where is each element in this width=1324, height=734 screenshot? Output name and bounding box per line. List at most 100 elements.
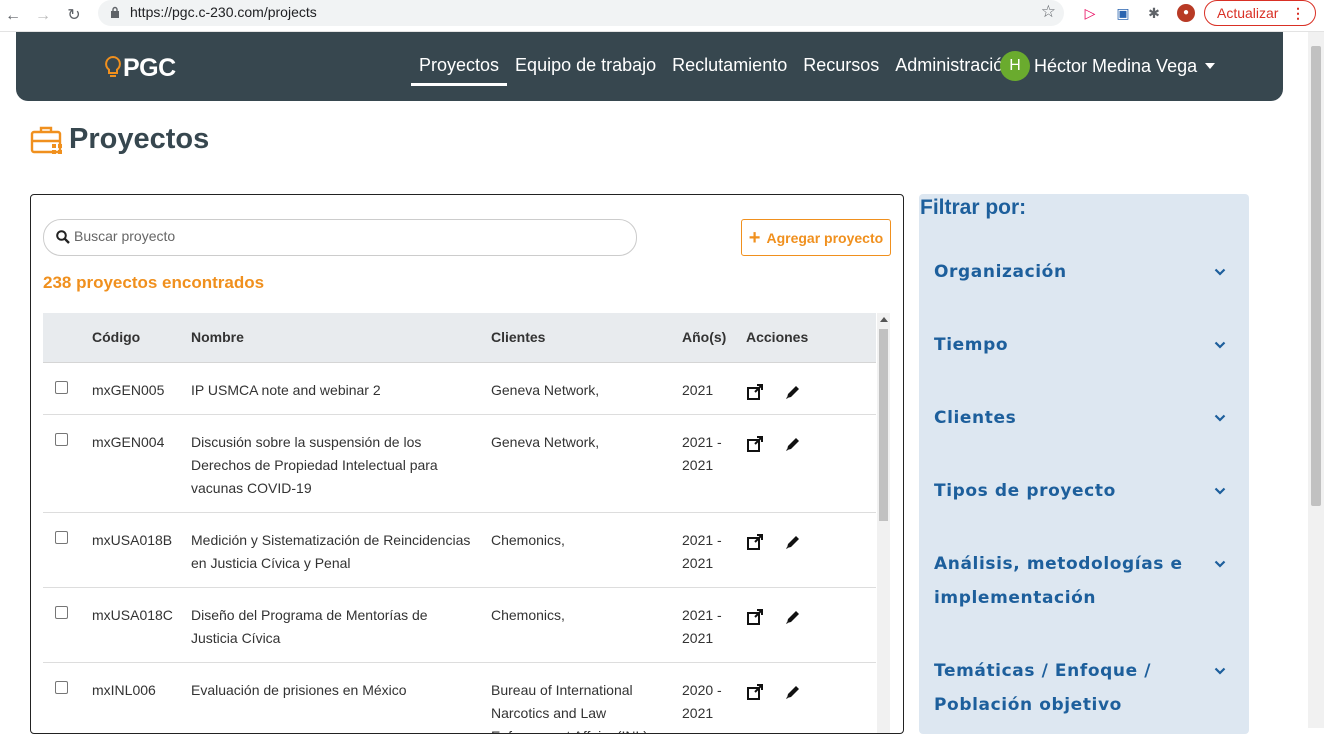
- filter-organizacion[interactable]: Organización: [934, 255, 1234, 289]
- chevron-down-icon: [1214, 341, 1226, 349]
- scroll-up-icon[interactable]: [880, 317, 888, 322]
- browser-toolbar: ← → ↻ https://pgc.c-230.com/projects ☆ ▷…: [0, 0, 1324, 32]
- edit-pencil-icon[interactable]: [784, 533, 802, 551]
- avatar: H: [1000, 51, 1030, 81]
- forward-icon[interactable]: →: [33, 6, 53, 26]
- filter-label: Temáticas / Enfoque / Población objetivo: [934, 661, 1152, 715]
- table-scrollbar-thumb[interactable]: [879, 329, 888, 521]
- row-select-cell: [43, 414, 84, 513]
- profile-avatar-icon[interactable]: ●: [1177, 4, 1195, 22]
- filter-tiempo[interactable]: Tiempo: [934, 328, 1234, 362]
- chevron-down-icon: [1214, 414, 1226, 422]
- logo[interactable]: PGC: [104, 52, 176, 84]
- filter-clientes[interactable]: Clientes: [934, 401, 1234, 435]
- extension-box-icon[interactable]: ▣: [1114, 4, 1132, 22]
- chevron-down-icon: [1214, 667, 1226, 675]
- open-external-icon[interactable]: [746, 435, 764, 453]
- results-count: 238 proyectos encontrados: [43, 273, 265, 292]
- edit-pencil-icon[interactable]: [784, 683, 802, 701]
- header-years[interactable]: Año(s): [674, 313, 738, 363]
- open-external-icon[interactable]: [746, 683, 764, 701]
- table-row: mxUSA018B Medición y Sistematización de R…: [43, 512, 876, 588]
- lock-icon: [111, 6, 119, 18]
- update-browser-button[interactable]: Actualizar ⋮: [1204, 0, 1316, 26]
- row-clients: Geneva Network,: [483, 362, 674, 415]
- back-icon[interactable]: ←: [3, 6, 23, 26]
- row-checkbox[interactable]: [55, 680, 68, 694]
- row-checkbox[interactable]: [55, 605, 68, 619]
- menu-dots-icon[interactable]: ⋮: [1291, 1, 1305, 25]
- row-checkbox[interactable]: [55, 530, 68, 544]
- row-select-cell: [43, 662, 84, 733]
- open-external-icon[interactable]: [746, 533, 764, 551]
- projects-table-container: Código Nombre Clientes Año(s) Acciones m…: [43, 313, 889, 733]
- row-name: Evaluación de prisiones en México: [183, 662, 483, 733]
- row-clients: Chemonics,: [483, 512, 674, 588]
- update-label: Actualizar: [1217, 5, 1279, 21]
- filter-label: Clientes: [934, 408, 1017, 428]
- logo-text: PGC: [123, 53, 176, 82]
- nav-recursos[interactable]: Recursos: [795, 32, 887, 101]
- filter-panel: Filtrar por: Organización Tiempo Cliente…: [919, 194, 1249, 734]
- row-select-cell: [43, 587, 84, 663]
- filter-label: Organización: [934, 262, 1067, 282]
- header-actions: Acciones: [738, 313, 876, 363]
- extension-play-icon[interactable]: ▷: [1081, 4, 1099, 22]
- nav-proyectos[interactable]: Proyectos: [411, 32, 508, 101]
- chevron-down-icon: [1214, 268, 1226, 276]
- filter-analisis-metodologias[interactable]: Análisis, metodologías e implementación: [934, 547, 1234, 615]
- header-clients[interactable]: Clientes: [483, 313, 674, 363]
- nav-equipo-de-trabajo[interactable]: Equipo de trabajo: [507, 32, 664, 101]
- edit-pencil-icon[interactable]: [784, 608, 802, 626]
- filter-title: Filtrar por:: [920, 196, 1027, 219]
- search-box[interactable]: [43, 219, 637, 256]
- open-external-icon[interactable]: [746, 383, 764, 401]
- page-scrollbar[interactable]: [1308, 32, 1324, 728]
- briefcase-icon: [30, 126, 62, 154]
- reload-icon[interactable]: ↻: [64, 6, 84, 26]
- row-actions: [738, 362, 876, 415]
- edit-pencil-icon[interactable]: [784, 435, 802, 453]
- row-code: mxGEN005: [84, 362, 183, 415]
- search-input[interactable]: [74, 228, 614, 244]
- bookmark-star-icon[interactable]: ☆: [1041, 2, 1056, 22]
- row-code: mxGEN004: [84, 414, 183, 513]
- row-checkbox[interactable]: [55, 380, 68, 394]
- nav-reclutamiento[interactable]: Reclutamiento: [664, 32, 795, 101]
- user-menu[interactable]: H Héctor Medina Vega: [1000, 51, 1216, 81]
- top-navbar: PGC Proyectos Equipo de trabajo Reclutam…: [16, 32, 1283, 101]
- open-external-icon[interactable]: [746, 608, 764, 626]
- page-title: Proyectos: [69, 122, 210, 155]
- row-select-cell: [43, 362, 84, 415]
- extensions-puzzle-icon[interactable]: ✱: [1145, 4, 1163, 22]
- main-nav: Proyectos Equipo de trabajo Reclutamient…: [411, 32, 1021, 101]
- address-bar[interactable]: https://pgc.c-230.com/projects ☆: [98, 0, 1064, 26]
- row-years: 2021 - 2021: [674, 512, 738, 588]
- chevron-down-icon: [1214, 487, 1226, 495]
- row-years: 2021 - 2021: [674, 587, 738, 663]
- table-row: mxUSA018C Diseño del Programa de Mentoría…: [43, 587, 876, 663]
- add-project-button[interactable]: + Agregar proyecto: [741, 219, 891, 256]
- filter-label: Tipos de proyecto: [934, 481, 1116, 501]
- table-scrollbar[interactable]: [877, 313, 890, 733]
- filter-tematicas[interactable]: Temáticas / Enfoque / Población objetivo: [934, 654, 1234, 722]
- table-row: mxGEN005 IP USMCA note and webinar 2 Genev…: [43, 362, 876, 415]
- header-code[interactable]: Código: [84, 313, 183, 363]
- header-select: [43, 313, 84, 363]
- table-header-row: Código Nombre Clientes Año(s) Acciones: [43, 313, 876, 363]
- search-icon: [56, 230, 70, 244]
- projects-card: + Agregar proyecto 238 proyectos encontr…: [30, 194, 904, 734]
- row-checkbox[interactable]: [55, 432, 68, 446]
- add-project-label: Agregar proyecto: [766, 229, 884, 246]
- header-name[interactable]: Nombre: [183, 313, 483, 363]
- edit-pencil-icon[interactable]: [784, 383, 802, 401]
- page-scrollbar-thumb[interactable]: [1311, 46, 1321, 506]
- row-name: Discusión sobre la suspensión de los Der…: [183, 414, 483, 513]
- row-code: mxUSA018B: [84, 512, 183, 588]
- row-actions: [738, 587, 876, 663]
- row-actions: [738, 662, 876, 733]
- page-header: Proyectos: [30, 122, 209, 156]
- row-name: Medición y Sistematización de Reincidenc…: [183, 512, 483, 588]
- row-years: 2021: [674, 362, 738, 415]
- filter-tipos-de-proyecto[interactable]: Tipos de proyecto: [934, 474, 1234, 508]
